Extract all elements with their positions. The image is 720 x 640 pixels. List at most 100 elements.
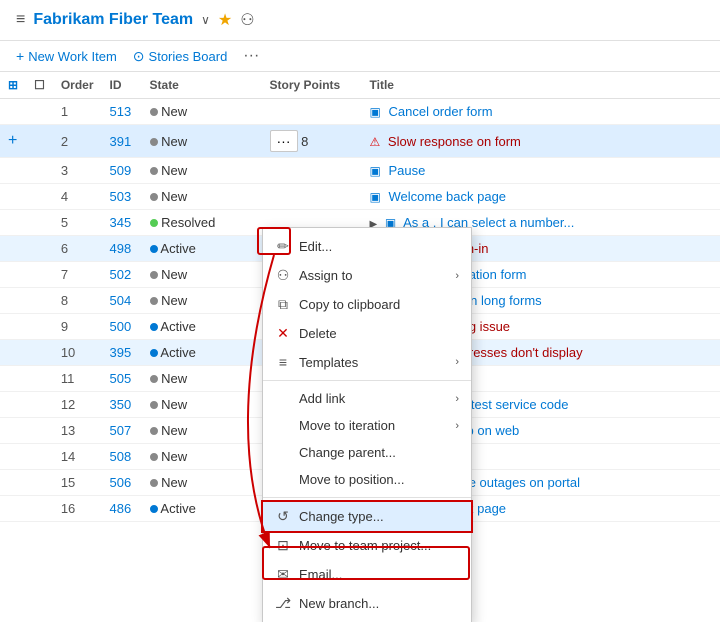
menu-item-new-branch---[interactable]: ⎇ New branch... — [263, 589, 471, 618]
title-text[interactable]: Slow response on form — [388, 134, 521, 149]
menu-item-move-to-position---[interactable]: Move to position... — [263, 466, 471, 493]
col-title-header[interactable]: Title — [362, 72, 720, 99]
state-label: Active — [160, 241, 195, 256]
submenu-arrow-icon: › — [455, 393, 459, 405]
col-add-cell — [0, 470, 26, 496]
menu-item-icon: ⚇ — [275, 267, 291, 284]
add-row-button[interactable]: + — [8, 132, 17, 149]
hamburger-icon: ≡ — [16, 11, 25, 29]
id-cell[interactable]: 503 — [102, 184, 142, 210]
col-check-cell — [26, 496, 53, 522]
state-dot-icon — [150, 219, 158, 227]
table-row: 1 513 New ▣ Cancel order form — [0, 99, 720, 125]
col-check-cell — [26, 314, 53, 340]
menu-item-label: Edit... — [299, 239, 332, 254]
menu-item-icon: ↺ — [275, 508, 291, 525]
add-col-icon[interactable]: ⊞ — [8, 78, 18, 92]
id-cell[interactable]: 506 — [102, 470, 142, 496]
col-order-header[interactable]: Order — [53, 72, 102, 99]
team-members-icon[interactable]: ⚇ — [240, 10, 254, 30]
order-cell: 11 — [53, 366, 102, 392]
state-dot-icon — [150, 167, 158, 175]
order-cell: 9 — [53, 314, 102, 340]
header: ≡ Fabrikam Fiber Team ∨ ★ ⚇ — [0, 0, 720, 41]
menu-item-change-type---[interactable]: ↺ Change type... — [263, 502, 471, 531]
id-cell[interactable]: 513 — [102, 99, 142, 125]
id-cell[interactable]: 502 — [102, 262, 142, 288]
table-row: 4 503 New ▣ Welcome back page — [0, 184, 720, 210]
state-dot-icon — [150, 297, 158, 305]
id-cell[interactable]: 505 — [102, 366, 142, 392]
dropdown-arrow-icon[interactable]: ∨ — [201, 13, 210, 27]
col-check-cell — [26, 210, 53, 236]
state-dot-icon — [150, 193, 158, 201]
menu-item-label: Assign to — [299, 268, 352, 283]
menu-item-label: Delete — [299, 326, 337, 341]
state-label: New — [161, 104, 187, 119]
stories-board-button[interactable]: ⊙ Stories Board — [133, 48, 228, 65]
menu-item-icon: ⎇ — [275, 595, 291, 612]
id-cell[interactable]: 507 — [102, 418, 142, 444]
col-check-cell — [26, 418, 53, 444]
state-cell: Active — [142, 314, 262, 340]
state-cell: New — [142, 444, 262, 470]
toolbar-more-button[interactable]: ··· — [243, 47, 259, 65]
state-cell: Resolved — [142, 210, 262, 236]
new-work-item-button[interactable]: + New Work Item — [16, 48, 117, 64]
col-points-header[interactable]: Story Points — [262, 72, 362, 99]
order-cell: 4 — [53, 184, 102, 210]
order-cell: 5 — [53, 210, 102, 236]
state-dot-icon — [150, 505, 158, 513]
state-label: New — [161, 267, 187, 282]
col-check-cell — [26, 366, 53, 392]
id-cell[interactable]: 391 — [102, 125, 142, 158]
id-cell[interactable]: 500 — [102, 314, 142, 340]
col-add-cell — [0, 496, 26, 522]
title-cell: ▣ Pause — [362, 158, 720, 184]
id-cell[interactable]: 498 — [102, 236, 142, 262]
order-cell: 13 — [53, 418, 102, 444]
menu-item-templates[interactable]: ≡ Templates › — [263, 348, 471, 376]
menu-item-email---[interactable]: ✉ Email... — [263, 560, 471, 589]
col-check-cell — [26, 125, 53, 158]
col-add-cell — [0, 288, 26, 314]
col-add-cell — [0, 236, 26, 262]
title-text[interactable]: Welcome back page — [388, 189, 506, 204]
id-cell[interactable]: 508 — [102, 444, 142, 470]
menu-item-label: Move to team project... — [299, 538, 431, 553]
state-label: New — [161, 293, 187, 308]
col-id-header[interactable]: ID — [102, 72, 142, 99]
menu-item-label: Change type... — [299, 509, 384, 524]
points-value: 8 — [301, 134, 308, 149]
id-cell[interactable]: 350 — [102, 392, 142, 418]
team-title[interactable]: Fabrikam Fiber Team — [33, 11, 193, 29]
col-add-cell — [0, 210, 26, 236]
stories-board-label: Stories Board — [149, 49, 228, 64]
stories-icon: ⊙ — [133, 48, 145, 65]
title-text[interactable]: Cancel order form — [388, 104, 492, 119]
menu-item-change-parent---[interactable]: Change parent... — [263, 439, 471, 466]
id-cell[interactable]: 395 — [102, 340, 142, 366]
menu-item-move-to-team-project---[interactable]: ⊡ Move to team project... — [263, 531, 471, 560]
id-cell[interactable]: 345 — [102, 210, 142, 236]
menu-item-move-to-iteration[interactable]: Move to iteration › — [263, 412, 471, 439]
points-cell — [262, 158, 362, 184]
col-state-header[interactable]: State — [142, 72, 262, 99]
menu-item-add-link[interactable]: Add link › — [263, 385, 471, 412]
col-add-cell — [0, 314, 26, 340]
row-ellipsis-button[interactable]: ··· — [270, 130, 298, 152]
id-cell[interactable]: 509 — [102, 158, 142, 184]
favorite-star-icon[interactable]: ★ — [218, 10, 232, 30]
id-cell[interactable]: 486 — [102, 496, 142, 522]
menu-item-delete[interactable]: ✕ Delete — [263, 319, 471, 348]
menu-divider — [263, 380, 471, 381]
title-text[interactable]: Pause — [388, 163, 425, 178]
menu-item-assign-to[interactable]: ⚇ Assign to › — [263, 261, 471, 290]
order-cell: 10 — [53, 340, 102, 366]
state-dot-icon — [150, 401, 158, 409]
menu-item-copy-to-clipboard[interactable]: ⧉ Copy to clipboard — [263, 290, 471, 319]
menu-item-edit---[interactable]: ✏ Edit... — [263, 232, 471, 261]
state-label: New — [161, 423, 187, 438]
menu-item-icon: ✉ — [275, 566, 291, 583]
id-cell[interactable]: 504 — [102, 288, 142, 314]
